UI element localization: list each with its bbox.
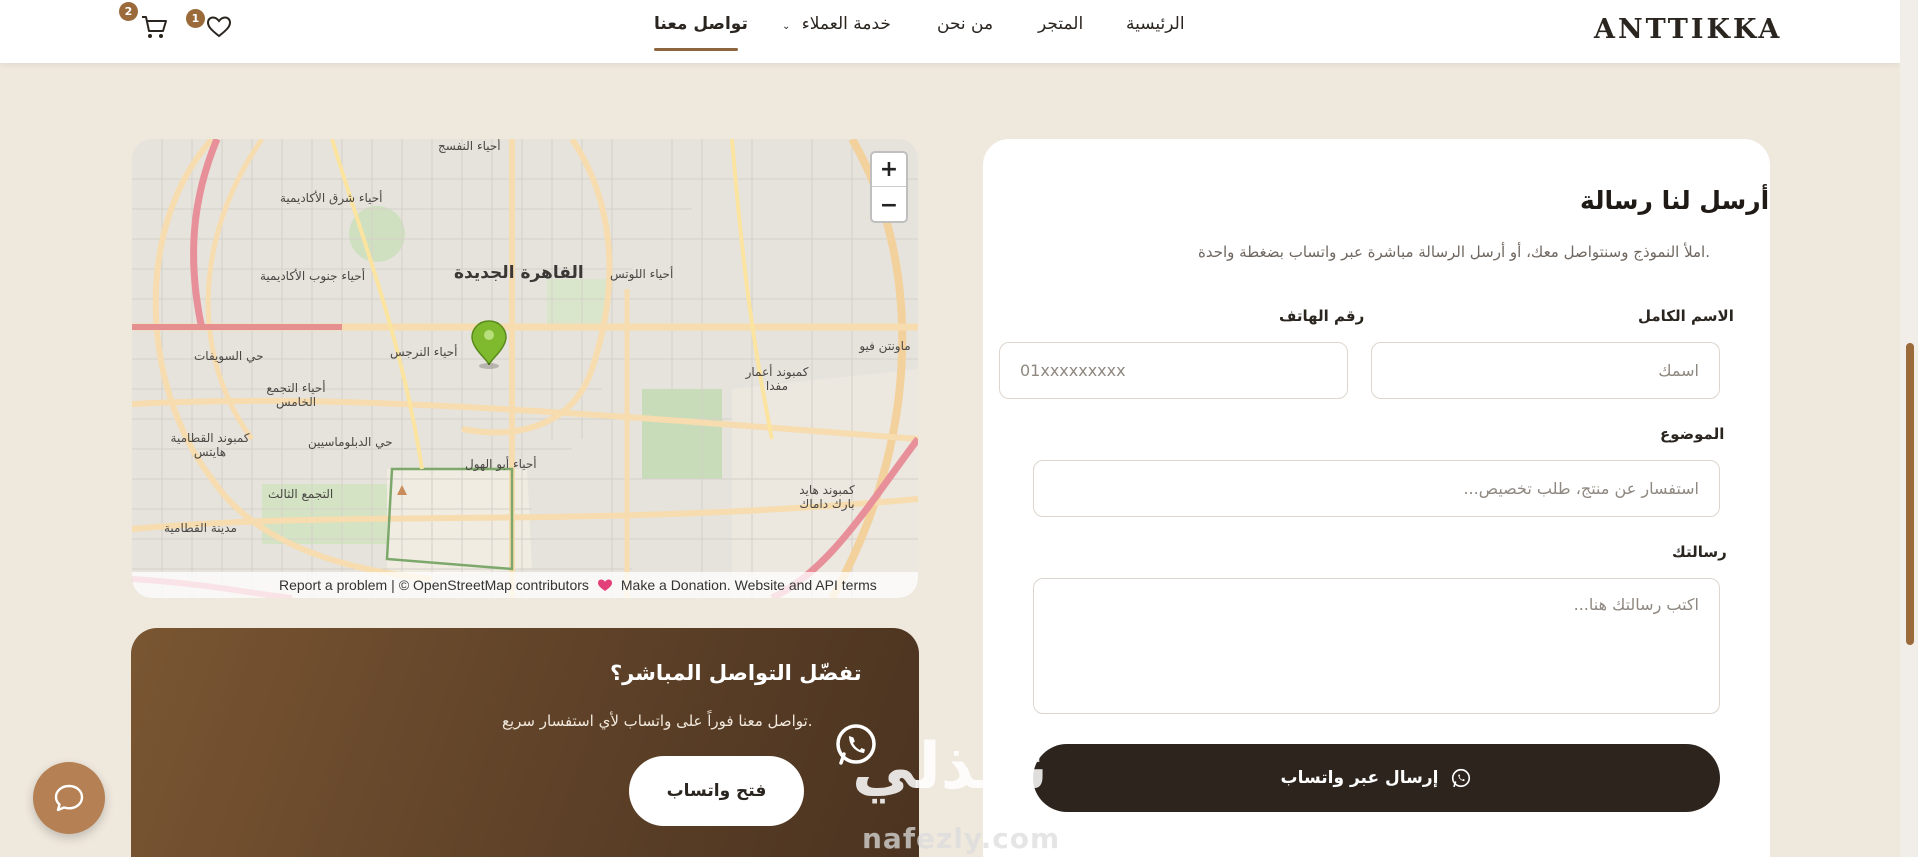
subject-input[interactable] — [1033, 460, 1720, 517]
nav-home[interactable]: الرئيسية — [1126, 14, 1185, 34]
send-whatsapp-label: إرسال عبر واتساب — [1280, 768, 1439, 788]
open-whatsapp-button[interactable]: فتح واتساب — [629, 756, 804, 826]
cart-button[interactable] — [139, 12, 169, 42]
zoom-out-button[interactable]: − — [872, 188, 906, 222]
send-whatsapp-button[interactable]: إرسال عبر واتساب — [1033, 744, 1720, 812]
whatsapp-cta-title: تفضّل التواصل المباشر؟ — [610, 661, 862, 685]
donate-link[interactable]: Make a Donation. — [621, 577, 731, 593]
osm-link[interactable]: © OpenStreetMap contributors — [399, 577, 589, 593]
message-textarea[interactable] — [1033, 578, 1720, 714]
map-label-city: القاهرة الجديدة — [454, 263, 584, 283]
wishlist-count-badge: 1 — [186, 9, 205, 28]
whatsapp-icon — [1452, 768, 1471, 788]
nav-store[interactable]: المتجر — [1038, 14, 1083, 34]
heart-icon — [597, 579, 612, 591]
map-label: حي الدبلوماسيين — [308, 435, 393, 449]
site-logo[interactable]: ANTTIKKA — [1594, 14, 1782, 45]
scrollbar-thumb[interactable] — [1906, 343, 1914, 645]
map-label: كمبوند أعمار مفدا — [745, 365, 809, 393]
map-label: أحياء شرق الأكاديمية — [280, 191, 383, 205]
map-label: كمبوند القطامية هايتس — [170, 431, 250, 459]
report-problem-link[interactable]: Report a problem — [279, 577, 387, 593]
map-label: أحياء أبو الهول — [465, 457, 537, 471]
phone-label: رقم الهاتف — [1279, 307, 1365, 325]
site-header: ANTTIKKA الرئيسية المتجر من نحن ⌄ خدمة ا… — [0, 0, 1900, 63]
name-input[interactable] — [1371, 342, 1720, 399]
name-label: الاسم الكامل — [1638, 307, 1734, 325]
form-subtitle: املأ النموذج وسنتواصل معك، أو أرسل الرسا… — [1198, 243, 1711, 261]
active-nav-indicator — [654, 48, 738, 51]
chat-button[interactable] — [33, 762, 105, 834]
map-attribution: Report a problem | © OpenStreetMap contr… — [132, 572, 918, 598]
nav-customer-service[interactable]: ⌄ خدمة العملاء — [782, 14, 891, 34]
location-map[interactable]: أحياء النفسج أحياء شرق الأكاديمية أحياء … — [132, 139, 918, 598]
watermark-latin: nafezly.com — [862, 822, 1061, 855]
chevron-down-icon: ⌄ — [782, 21, 791, 32]
wishlist-button[interactable] — [204, 12, 234, 42]
nav-customer-service-label: خدمة العملاء — [801, 14, 891, 34]
message-label: رسالتك — [1672, 543, 1727, 561]
whatsapp-cta-subtitle: تواصل معنا فوراً على واتساب لأي استفسار … — [502, 712, 813, 730]
map-label: التجمع الثالث — [268, 487, 334, 501]
form-title: أرسل لنا رسالة — [1580, 186, 1770, 215]
chat-bubble-icon — [54, 784, 84, 812]
map-label: أحياء النفسج — [438, 139, 501, 153]
terms-link[interactable]: Website and API terms — [735, 577, 877, 593]
map-label: أحياء التجمع الخامس — [266, 381, 326, 409]
attribution-separator: | — [391, 577, 395, 593]
map-label: ماونتن فيو — [859, 339, 911, 353]
map-label: أحياء جنوب الأكاديمية — [260, 269, 366, 283]
map-zoom-control: + − — [870, 151, 908, 223]
map-label: مدينة القطامية — [164, 521, 237, 535]
cart-icon — [142, 16, 167, 38]
map-label: أحياء النرجس — [390, 345, 458, 359]
watermark-arabic: نفذلي — [852, 730, 1048, 804]
nav-about[interactable]: من نحن — [937, 14, 993, 34]
heart-icon — [206, 16, 232, 38]
cart-count-badge: 2 — [119, 2, 138, 21]
phone-input[interactable] — [999, 342, 1348, 399]
subject-label: الموضوع — [1660, 425, 1725, 443]
zoom-in-button[interactable]: + — [872, 153, 906, 187]
map-label: أحياء اللوتس — [610, 267, 674, 281]
nav-contact[interactable]: تواصل معنا — [654, 14, 748, 34]
map-label: حي السويفات — [194, 349, 264, 363]
map-label: كمبوند هايد بارك داماك — [799, 483, 855, 511]
